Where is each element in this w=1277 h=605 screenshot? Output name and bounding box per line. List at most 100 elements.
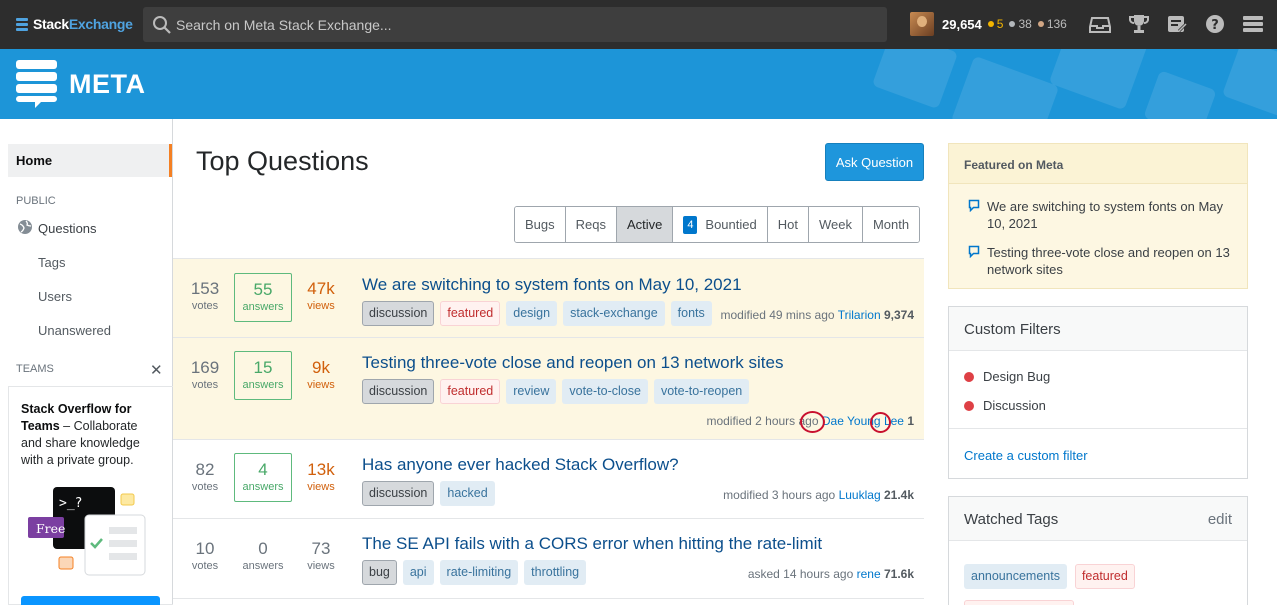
create-filter-link[interactable]: Create a custom filter xyxy=(964,448,1088,463)
question-summary: 169 votes 15 answers 9k views Testing three… xyxy=(173,338,924,440)
watched-tags-header: Watched Tags edit xyxy=(949,497,1247,541)
site-switcher-icon[interactable] xyxy=(1242,14,1264,34)
bronze-badge-count: 136 xyxy=(1046,17,1067,31)
custom-filter-label: Discussion xyxy=(983,398,1046,413)
tag[interactable]: api xyxy=(402,560,434,585)
tag[interactable] xyxy=(964,600,1074,605)
vote-number: 10 xyxy=(195,539,215,558)
tag[interactable]: vote-to-reopen xyxy=(653,379,750,404)
search-icon xyxy=(153,15,171,34)
avatar[interactable] xyxy=(910,12,934,36)
question-title[interactable]: Testing three-vote close and reopen on 1… xyxy=(362,353,783,373)
tag[interactable]: stack-exchange xyxy=(563,301,665,326)
svg-text:?: ? xyxy=(1211,18,1219,33)
ask-question-button[interactable]: Ask Question xyxy=(825,143,924,181)
silver-badge-count: 38 xyxy=(1018,17,1032,31)
answer-count: 55 answers xyxy=(234,273,292,322)
tag[interactable]: announcements xyxy=(964,564,1067,589)
inbox-icon[interactable] xyxy=(1089,14,1111,34)
tag[interactable]: discussion xyxy=(362,379,435,404)
tab-hot[interactable]: Hot xyxy=(766,207,808,242)
tag-list: bug api rate-limiting throttling xyxy=(362,560,587,585)
sidebar-item-questions[interactable]: Questions xyxy=(38,221,97,236)
tag[interactable]: throttling xyxy=(524,560,587,585)
user-link[interactable]: Trilarion xyxy=(838,308,881,322)
tag[interactable]: featured xyxy=(440,301,501,326)
tab-month[interactable]: Month xyxy=(861,207,920,242)
tag[interactable]: discussion xyxy=(362,481,435,506)
custom-filter-item[interactable]: Design Bug xyxy=(964,369,1050,384)
search-box[interactable] xyxy=(143,7,887,42)
question-title[interactable]: We are switching to system fonts on May … xyxy=(362,275,742,295)
tag[interactable]: fonts xyxy=(670,301,712,326)
activity-time: asked 14 hours ago xyxy=(747,567,854,581)
question-title[interactable]: The SE API fails with a CORS error when … xyxy=(362,534,822,554)
teams-promo-text: Stack Overflow for Teams – Collaborate a… xyxy=(21,401,161,469)
tab-bugs-label: Bugs xyxy=(525,217,555,232)
view-count: 9k views xyxy=(291,358,351,391)
filter-dot-icon xyxy=(964,371,974,382)
question-activity: modified 3 hours ago Luuklag 21.4k xyxy=(723,488,914,502)
featured-item[interactable]: We are switching to system fonts on May … xyxy=(987,198,1235,232)
sidebar-item-users[interactable]: Users xyxy=(38,289,72,304)
view-label: views xyxy=(307,300,335,312)
teams-promo: Stack Overflow for Teams – Collaborate a… xyxy=(8,386,173,605)
user-link[interactable]: Dae Young Lee xyxy=(822,414,904,428)
teams-cta-button[interactable] xyxy=(21,596,160,605)
answer-number: 55 xyxy=(253,280,273,299)
tag[interactable]: featured xyxy=(440,379,501,404)
vote-number: 169 xyxy=(190,358,220,377)
tab-bountied-label: Bountied xyxy=(705,217,757,232)
tag[interactable]: featured xyxy=(1074,564,1135,589)
tag[interactable]: discussion xyxy=(362,301,435,326)
user-link[interactable]: Luuklag xyxy=(839,488,881,502)
review-queues-icon[interactable] xyxy=(1166,14,1188,34)
tab-active[interactable]: Active xyxy=(616,207,673,242)
sidebar-item-home[interactable]: Home xyxy=(8,144,172,177)
custom-filter-label: Design Bug xyxy=(983,369,1051,384)
tag[interactable]: vote-to-close xyxy=(562,379,648,404)
tab-bountied[interactable]: 4 Bountied xyxy=(672,207,767,242)
question-activity: asked 14 hours ago rene 71.6k xyxy=(748,567,914,581)
sidebar-item-tags[interactable]: Tags xyxy=(38,255,65,270)
tag[interactable]: bug xyxy=(362,560,397,585)
view-label: views xyxy=(307,560,335,572)
featured-item[interactable]: Testing three-vote close and reopen on 1… xyxy=(987,244,1235,278)
vote-number: 82 xyxy=(195,460,215,479)
tab-month-label: Month xyxy=(872,217,910,232)
answer-number: 4 xyxy=(258,460,268,479)
stackexchange-logo[interactable]: StackExchange xyxy=(16,14,133,34)
help-icon[interactable]: ? xyxy=(1204,14,1226,34)
achievements-icon[interactable] xyxy=(1128,14,1150,34)
custom-filter-item[interactable]: Discussion xyxy=(964,398,1046,413)
answer-label: answers xyxy=(242,301,284,313)
activity-time: modified 3 hours ago xyxy=(723,488,836,502)
tag-list: discussion featured design stack-exchang… xyxy=(362,301,712,326)
tab-week[interactable]: Week xyxy=(807,207,862,242)
tag[interactable]: hacked xyxy=(440,481,495,506)
tag[interactable]: review xyxy=(506,379,557,404)
left-sidebar: Home PUBLIC Questions Tags Users Unanswe… xyxy=(0,119,173,605)
featured-title: Featured on Meta xyxy=(949,144,1247,184)
user-summary[interactable]: 29,654 5 38 136 xyxy=(910,12,1067,36)
question-summary: 10 votes 0 answers 73 views The SE API fail… xyxy=(173,519,924,599)
question-activity: modified 49 mins ago Trilarion 9,374 xyxy=(721,308,914,322)
question-title[interactable]: Has anyone ever hacked Stack Overflow? xyxy=(362,455,679,475)
tab-bugs[interactable]: Bugs xyxy=(515,207,565,242)
tab-reqs[interactable]: Reqs xyxy=(564,207,616,242)
sidebar-item-unanswered[interactable]: Unanswered xyxy=(38,323,111,338)
search-input[interactable] xyxy=(176,16,866,33)
question-filters: Bugs Reqs Active 4 Bountied Hot Week Mont… xyxy=(514,206,921,243)
user-link[interactable]: rene xyxy=(857,567,881,581)
meta-logo[interactable]: META xyxy=(15,59,146,109)
gold-badge-icon xyxy=(987,21,994,27)
logo-text-accent: Exchange xyxy=(68,16,133,32)
tag[interactable]: rate-limiting xyxy=(439,560,519,585)
tag[interactable]: design xyxy=(506,301,558,326)
site-banner: META xyxy=(0,49,1277,119)
silver-badge-icon xyxy=(1009,21,1016,27)
close-icon[interactable]: ✕ xyxy=(150,361,163,379)
speech-bubble-icon xyxy=(968,199,980,212)
edit-watched-tags-link[interactable]: edit xyxy=(1208,511,1232,528)
stackexchange-logo-icon xyxy=(16,17,28,31)
